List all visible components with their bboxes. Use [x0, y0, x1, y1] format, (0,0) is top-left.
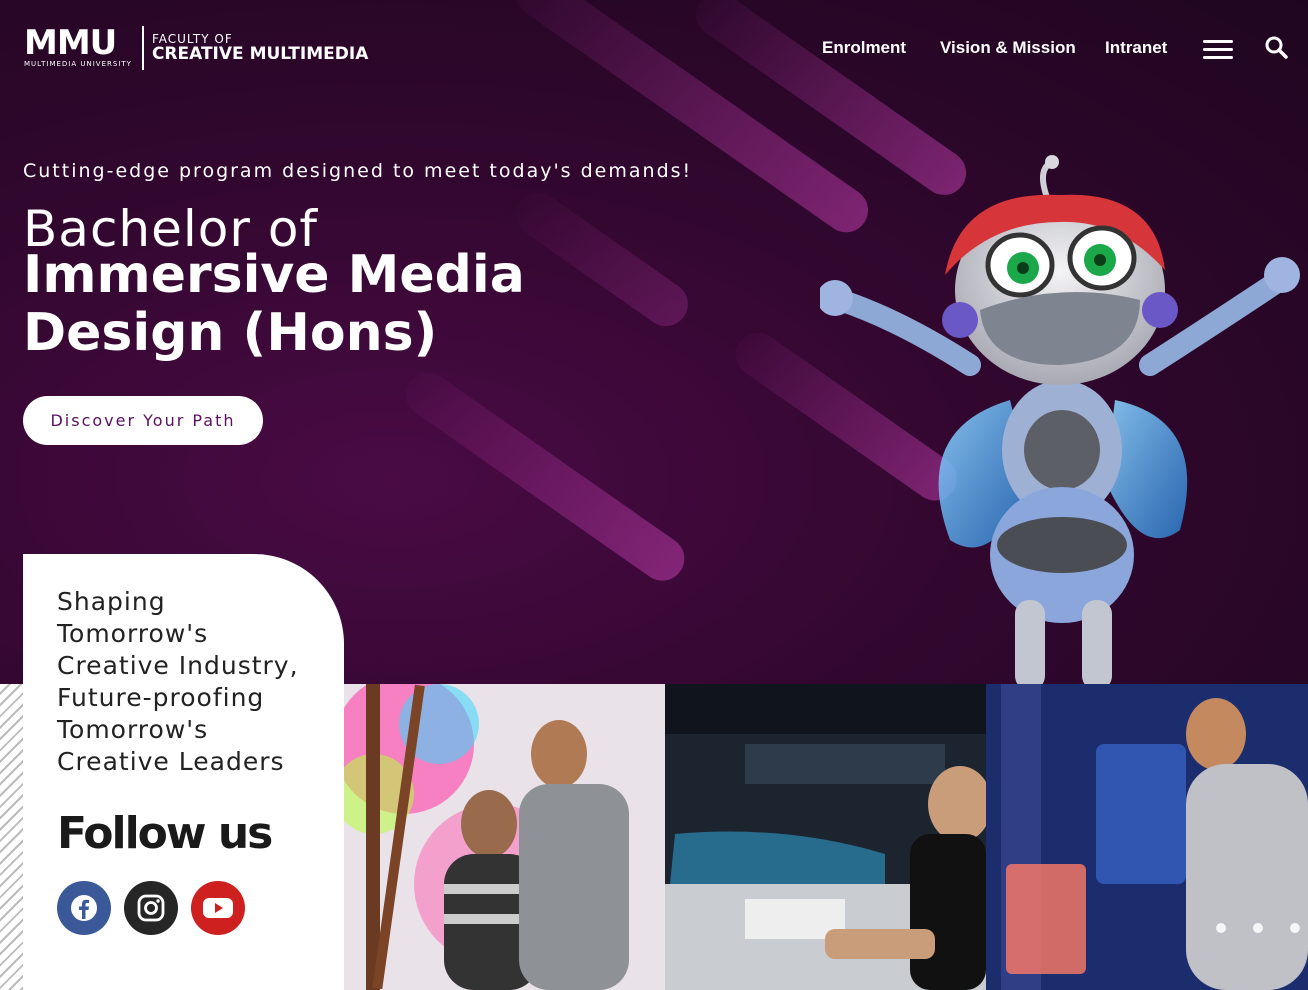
follow-us-heading: Follow us — [57, 808, 273, 859]
carousel-dot[interactable] — [1290, 923, 1300, 933]
nav-item-vision-mission[interactable]: Vision & Mission — [940, 38, 1076, 58]
students-painting-photo — [344, 684, 665, 990]
nav-link-vision-mission[interactable]: Vision & Mission — [940, 38, 1076, 58]
instagram-button[interactable] — [124, 881, 178, 935]
hero-tagline: Cutting-edge program designed to meet to… — [23, 160, 693, 182]
nav-link-enrolment[interactable]: Enrolment — [822, 38, 906, 58]
mmu-logo-subtitle: MULTIMEDIA UNIVERSITY — [24, 60, 132, 68]
menu-icon[interactable] — [1203, 40, 1233, 59]
decor-hatch — [0, 684, 23, 990]
robot-bee-mascot-image — [820, 155, 1300, 690]
faculty-line2: CREATIVE MULTIMEDIA — [151, 44, 369, 64]
instagram-icon — [137, 894, 165, 922]
youtube-button[interactable] — [191, 881, 245, 935]
carousel-dot[interactable] — [1253, 923, 1263, 933]
student-computer-lab-photo — [665, 684, 986, 990]
nav-item-enrolment[interactable]: Enrolment — [822, 38, 906, 58]
discover-path-button[interactable]: Discover Your Path — [23, 396, 263, 445]
mmu-logo-mark: MMU — [24, 23, 117, 63]
student-hologram-photo — [986, 684, 1308, 990]
nav-item-intranet[interactable]: Intranet — [1105, 38, 1167, 58]
facebook-button[interactable] — [57, 881, 111, 935]
search-icon[interactable] — [1264, 35, 1288, 59]
logo-divider — [141, 26, 144, 70]
youtube-icon — [203, 898, 233, 918]
facebook-icon — [71, 895, 97, 921]
mission-statement: Shaping Tomorrow's Creative Industry, Fu… — [57, 587, 299, 776]
decor-streak — [397, 363, 693, 590]
faculty-logo[interactable]: MMU MULTIMEDIA UNIVERSITY FACULTY OF CRE… — [24, 26, 368, 70]
hero-title-bold: Immersive Media Design (Hons) — [23, 245, 525, 363]
carousel-dot[interactable] — [1216, 923, 1226, 933]
nav-link-intranet[interactable]: Intranet — [1105, 38, 1167, 58]
